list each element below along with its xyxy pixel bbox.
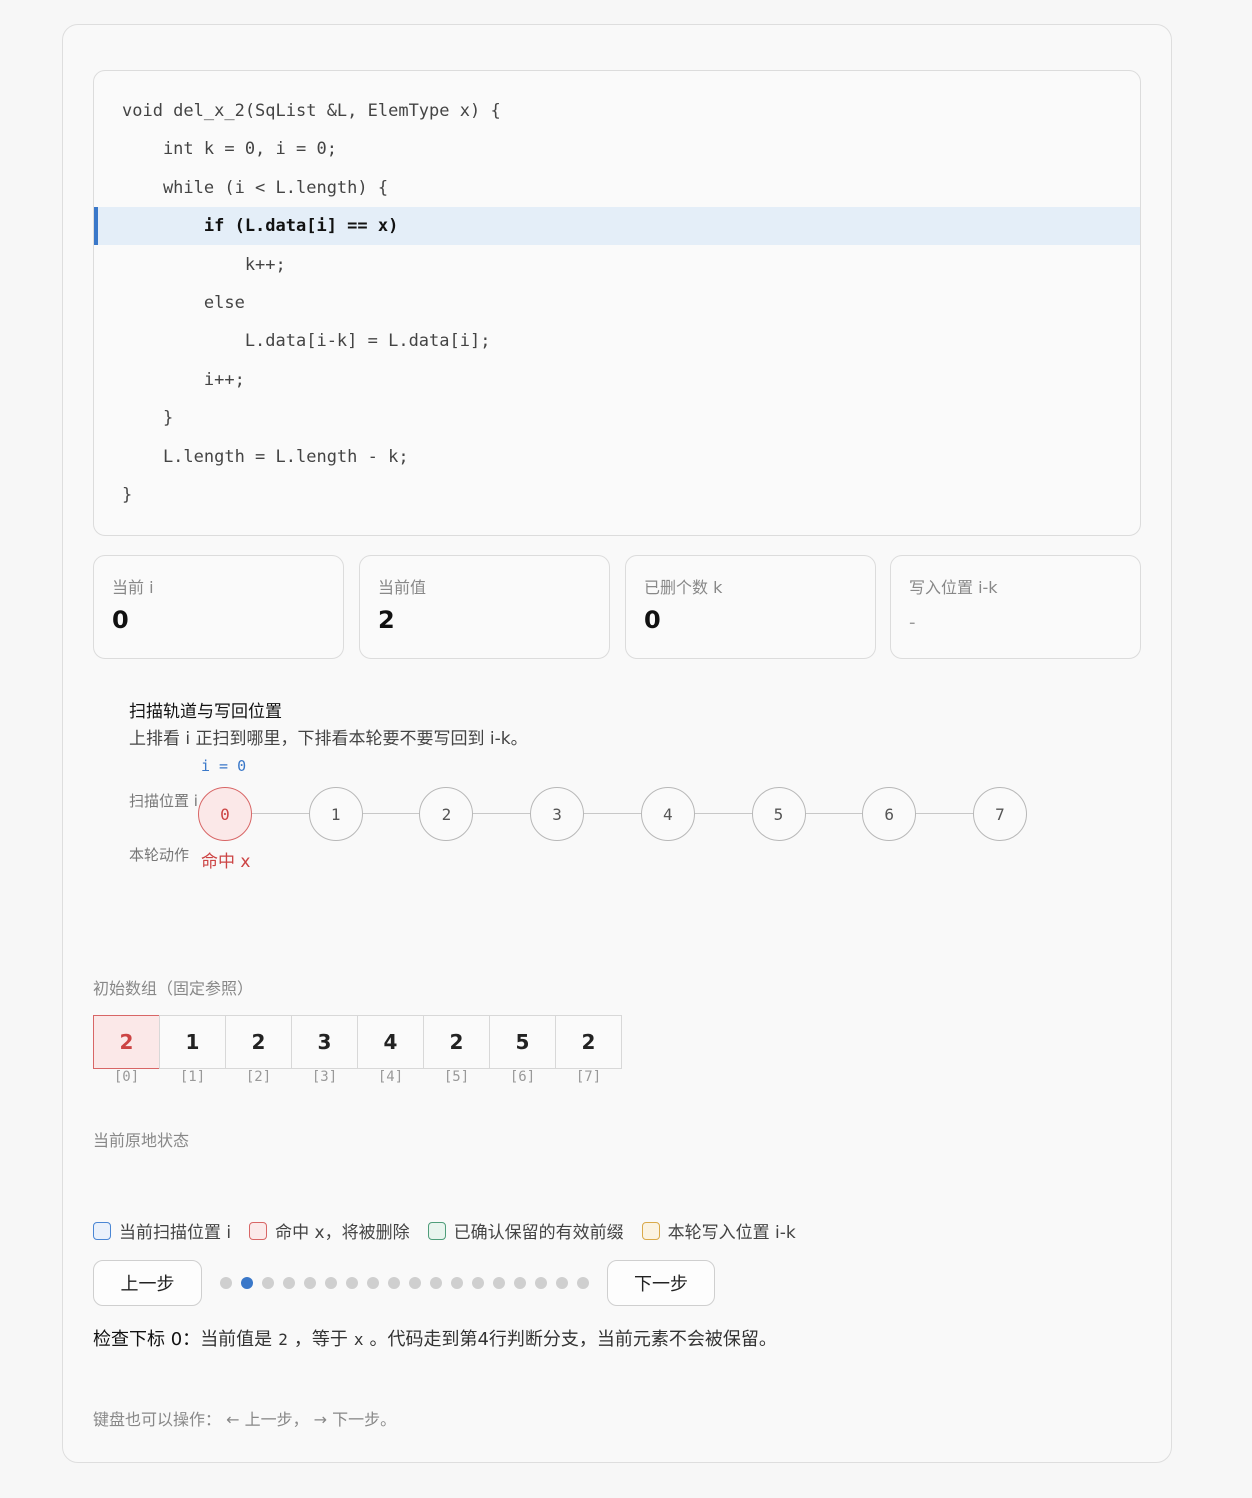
track-node: 5 <box>751 787 806 841</box>
step-dot[interactable] <box>283 1277 295 1289</box>
code-line: void del_x_2(SqList &L, ElemType x) { <box>122 101 501 121</box>
legend-item: 本轮写入位置 i-k <box>641 1218 796 1243</box>
code-line: int k = 0, i = 0; <box>122 139 337 160</box>
stat-value: 2 <box>378 606 395 634</box>
step-dot[interactable] <box>304 1277 316 1289</box>
array-cell: 1 <box>159 1015 226 1069</box>
array-cell: 4 <box>357 1015 424 1069</box>
array-index: [7] <box>575 1069 602 1085</box>
array-index: [5] <box>443 1069 470 1085</box>
step-description: 检查下标 0：当前值是 2 ，等于 x 。代码走到第4行判断分支，当前元素不会被保留。 <box>93 1325 777 1351</box>
array-cell: 2 <box>225 1015 292 1069</box>
legend-label: 命中 x，将被删除 <box>275 1223 410 1243</box>
legend-label: 当前扫描位置 i <box>119 1223 232 1243</box>
code-line: } <box>122 485 133 505</box>
array-index: [1] <box>179 1069 206 1085</box>
step-dot[interactable] <box>577 1277 589 1289</box>
legend-label: 已确认保留的有效前缀 <box>453 1223 624 1243</box>
current-state-label: 当前原地状态 <box>93 1131 190 1150</box>
stat-card: 写入位置 i-k - <box>890 555 1141 659</box>
track-node: 0 <box>198 787 252 841</box>
step-dot[interactable] <box>514 1277 526 1289</box>
code-line: else <box>122 293 245 313</box>
keyboard-hint: 键盘也可以操作： ← 上一步， → 下一步。 <box>93 1410 397 1429</box>
stat-value: - <box>909 612 916 633</box>
stat-label: 写入位置 i-k <box>909 578 998 597</box>
step-dot[interactable] <box>430 1277 442 1289</box>
track-subtitle: 上排看 i 正扫到哪里，下排看本轮要不要写回到 i-k。 <box>129 729 528 749</box>
code-line: L.length = L.length - k; <box>122 446 409 467</box>
desc-text-1: 当前值是 <box>200 1329 273 1350</box>
desc-text-2: ，等于 <box>293 1329 348 1350</box>
stat-card: 当前值 2 <box>359 555 610 659</box>
step-dot[interactable] <box>220 1277 232 1289</box>
array-index: [4] <box>377 1069 404 1085</box>
step-dot[interactable] <box>325 1277 337 1289</box>
legend-item: 命中 x，将被删除 <box>249 1218 410 1243</box>
step-dot[interactable] <box>535 1277 547 1289</box>
stat-value: 0 <box>644 606 661 634</box>
array-index: [3] <box>311 1069 338 1085</box>
legend-swatch <box>93 1221 111 1240</box>
legend-label: 本轮写入位置 i-k <box>667 1223 796 1243</box>
action-text: 命中 x <box>201 852 251 872</box>
track-node: 2 <box>419 787 474 841</box>
array-cell: 2 <box>93 1015 160 1069</box>
code-line: L.data[i-k] = L.data[i]; <box>122 331 491 352</box>
track-node: 4 <box>640 787 695 841</box>
step-dot[interactable] <box>262 1277 274 1289</box>
track-node: 6 <box>862 787 917 841</box>
step-dot[interactable] <box>451 1277 463 1289</box>
scan-row-label: 扫描位置 i <box>129 792 198 810</box>
legend: 当前扫描位置 i 命中 x，将被删除 已确认保留的有效前缀 本轮写入位置 i-k <box>93 1218 814 1243</box>
code-line: while (i < L.length) { <box>122 177 389 198</box>
array-cell: 3 <box>291 1015 358 1069</box>
stat-label: 当前值 <box>378 578 427 597</box>
track-node: 1 <box>308 787 363 841</box>
step-dot[interactable] <box>241 1277 253 1289</box>
step-dot[interactable] <box>493 1277 505 1289</box>
code-line: } <box>122 408 174 429</box>
step-dot[interactable] <box>472 1277 484 1289</box>
track-node: 7 <box>972 787 1027 841</box>
array-cell: 2 <box>555 1015 622 1069</box>
array-index: [2] <box>245 1069 272 1085</box>
action-row-label: 本轮动作 <box>129 846 190 864</box>
step-dot[interactable] <box>556 1277 568 1289</box>
array-cell: 5 <box>489 1015 556 1069</box>
legend-swatch <box>427 1221 446 1240</box>
next-step-button[interactable]: 下一步 <box>607 1260 715 1306</box>
legend-swatch <box>249 1221 268 1240</box>
step-dot[interactable] <box>346 1277 358 1289</box>
stat-label: 当前 i <box>112 578 154 597</box>
stat-card: 当前 i 0 <box>93 555 344 659</box>
desc-code-value: 2 <box>278 1330 288 1349</box>
array-cell: 2 <box>423 1015 490 1069</box>
step-dot[interactable] <box>409 1277 421 1289</box>
legend-swatch <box>641 1221 660 1240</box>
stat-label: 已删个数 k <box>644 578 723 597</box>
legend-item: 当前扫描位置 i <box>93 1218 231 1243</box>
i-pointer-label: i = 0 <box>201 757 247 775</box>
visualizer-card: void del_x_2(SqList &L, ElemType x) { in… <box>62 24 1172 1463</box>
stat-card: 已删个数 k 0 <box>625 555 876 659</box>
stat-value: 0 <box>112 606 129 634</box>
prev-step-button[interactable]: 上一步 <box>93 1260 202 1306</box>
legend-item: 已确认保留的有效前缀 <box>427 1218 624 1243</box>
array-index: [6] <box>509 1069 536 1085</box>
array-index: [0] <box>113 1069 140 1085</box>
step-dots <box>220 1277 598 1289</box>
desc-code-x: x <box>353 1330 364 1349</box>
desc-text-3: 。代码走到第4行判断分支，当前元素不会被保留。 <box>369 1329 777 1350</box>
code-line: k++; <box>122 254 286 275</box>
code-line: i++; <box>122 369 245 390</box>
code-panel: void del_x_2(SqList &L, ElemType x) { in… <box>93 70 1141 536</box>
step-dot[interactable] <box>367 1277 379 1289</box>
track-title: 扫描轨道与写回位置 <box>129 702 282 722</box>
step-dot[interactable] <box>388 1277 400 1289</box>
track-node: 3 <box>530 787 585 841</box>
code-line: if (L.data[i] == x) <box>94 207 1140 246</box>
initial-array-label: 初始数组（固定参照） <box>93 979 254 998</box>
step-description-lead: 检查下标 0： <box>93 1329 201 1350</box>
